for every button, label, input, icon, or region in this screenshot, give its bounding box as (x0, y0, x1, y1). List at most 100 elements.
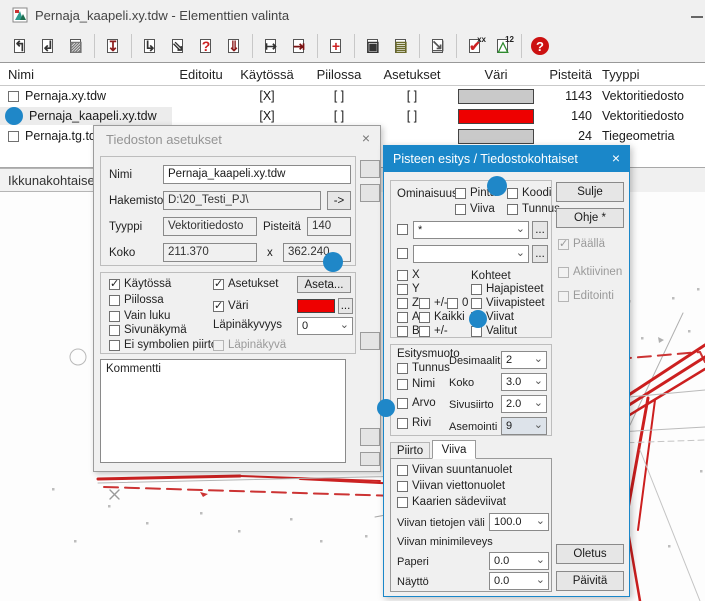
load-file-add-icon[interactable]: ↲ (35, 33, 61, 59)
checkbox-z[interactable]: Z (397, 297, 419, 309)
checkbox-kaytossa[interactable]: Käytössä (109, 278, 171, 290)
load-pattern-icon[interactable]: ▨ (63, 33, 89, 59)
code-more-button-1[interactable]: ... (532, 221, 548, 239)
close-icon[interactable]: × (612, 150, 620, 166)
col-asetukset[interactable]: Asetukset (374, 67, 450, 82)
checkbox-b[interactable]: B (397, 325, 420, 337)
checkbox-code-filter-1[interactable] (397, 224, 408, 235)
checkbox-tunnus-esitys[interactable]: Tunnus (397, 362, 450, 374)
tietojen-vali-dropdown[interactable]: 100.0 (489, 513, 549, 531)
color-swatch[interactable] (297, 299, 335, 313)
hakemisto-input[interactable]: D:\20_Testi_PJ\ (163, 191, 321, 210)
save-as-icon[interactable]: ↳ (137, 33, 163, 59)
save-unknown-icon[interactable]: ? (193, 33, 219, 59)
checkbox-sivunakyma[interactable]: Sivunäkymä (109, 324, 187, 336)
checkbox-b-plusminus[interactable]: +/- (419, 325, 448, 337)
load-file-icon[interactable]: ↰ (7, 33, 33, 59)
desimaalit-dropdown[interactable]: 2 (501, 351, 547, 369)
fit-view-icon[interactable]: ▣ (360, 33, 386, 59)
checkbox-kaikki[interactable]: Kaikki (419, 311, 465, 323)
checkbox-x[interactable]: X (397, 269, 420, 281)
col-nimi[interactable]: Nimi (0, 67, 172, 82)
checkbox-z-zero[interactable]: 0 (447, 297, 468, 309)
checkbox-nimi-esitys[interactable]: Nimi (397, 378, 435, 390)
row-checkbox[interactable] (8, 131, 19, 142)
nimi-input[interactable]: Pernaja_kaapeli.xy.tdw (163, 165, 351, 184)
hidden-button[interactable] (360, 452, 380, 466)
checkbox-sadeviivat[interactable]: Kaarien sädeviivat (397, 496, 506, 508)
checkbox-tunnus[interactable]: Tunnus (507, 203, 560, 215)
hidden-button[interactable] (360, 160, 380, 178)
checkbox-z-plusminus[interactable]: +/- (419, 297, 448, 309)
save-selection-icon[interactable]: ⇲ (425, 33, 451, 59)
row-checkbox[interactable] (8, 91, 19, 102)
paperi-dropdown[interactable]: 0.0 (489, 552, 549, 570)
paivita-button[interactable]: Päivitä (556, 571, 624, 591)
checkbox-suuntanuolet[interactable]: Viivan suuntanuolet (397, 464, 512, 476)
table-row[interactable]: Pernaja_kaapeli.xy.tdw [X] [ ] [ ] 140 V… (0, 106, 705, 126)
cell-kaytossa[interactable]: [X] (230, 109, 304, 123)
ohje-button[interactable]: Ohje * (556, 208, 624, 228)
code-more-button-2[interactable]: ... (532, 245, 548, 263)
checkbox-arvo-esitys[interactable]: Arvo (397, 397, 436, 409)
tab-viiva[interactable]: Viiva (432, 440, 476, 459)
aseta-button[interactable]: Aseta... (297, 276, 351, 293)
checkbox-asetukset[interactable]: Asetukset (213, 278, 279, 290)
code-filter-dropdown-1[interactable]: * (413, 221, 529, 239)
lapinakyvyys-dropdown[interactable]: 0 (297, 317, 353, 335)
code-filter-dropdown-2[interactable] (413, 245, 529, 263)
sulje-button[interactable]: Sulje (556, 182, 624, 202)
checkbox-viiva[interactable]: Viiva (455, 203, 495, 215)
checkbox-code-filter-2[interactable] (397, 248, 408, 259)
checkbox-vain-luku[interactable]: Vain luku (109, 310, 170, 322)
table-row[interactable]: Pernaja.xy.tdw [X] [ ] [ ] 1143 Vektorit… (0, 86, 705, 106)
minimize-button[interactable] (691, 16, 703, 18)
naytto-dropdown[interactable]: 0.0 (489, 572, 549, 590)
checkbox-y[interactable]: Y (397, 283, 420, 295)
color-swatch[interactable] (458, 129, 534, 144)
cell-asetukset[interactable]: [ ] (374, 109, 450, 123)
checkbox-rivi-esitys[interactable]: Rivi (397, 417, 431, 429)
check-coordinates-icon[interactable]: ✔xx (462, 33, 488, 59)
col-vari[interactable]: Väri (450, 67, 542, 82)
help-icon[interactable]: ? (527, 33, 553, 59)
col-tyyppi[interactable]: Tyyppi (598, 67, 705, 82)
new-file-icon[interactable]: + (323, 33, 349, 59)
oletus-button[interactable]: Oletus (556, 544, 624, 564)
sivusiirto-dropdown[interactable]: 2.0 (501, 395, 547, 413)
close-icon[interactable]: × (362, 130, 370, 146)
kommentti-textarea[interactable]: Kommentti (100, 359, 346, 463)
color-swatch[interactable] (458, 89, 534, 104)
color-swatch[interactable] (458, 109, 534, 124)
checkbox-hajapisteet[interactable]: Hajapisteet (471, 283, 544, 295)
point-numbering-icon[interactable]: △12 (490, 33, 516, 59)
cell-asetukset[interactable]: [ ] (374, 89, 450, 103)
col-kaytossa[interactable]: Käytössä (230, 67, 304, 82)
hidden-button[interactable] (360, 184, 380, 202)
screen-draw-icon[interactable]: ▤ (388, 33, 414, 59)
checkbox-vari[interactable]: Väri (213, 300, 248, 312)
save-file-icon[interactable]: ↧ (100, 33, 126, 59)
browse-button[interactable]: -> (327, 191, 351, 210)
asemointi-dropdown[interactable]: 9 (501, 417, 547, 435)
tab-piirto[interactable]: Piirto (390, 442, 430, 459)
cell-kaytossa[interactable]: [X] (230, 89, 304, 103)
close-all-icon[interactable]: ⇥ (286, 33, 312, 59)
checkbox-ei-symbolien-piirtoa[interactable]: Ei symbolien piirtoa (109, 339, 224, 351)
color-more-button[interactable]: ... (338, 298, 353, 314)
cell-piilossa[interactable]: [ ] (304, 109, 374, 123)
checkbox-a[interactable]: A (397, 311, 420, 323)
checkbox-koodi[interactable]: Koodi (507, 187, 551, 199)
col-piilossa[interactable]: Piilossa (304, 67, 374, 82)
checkbox-viettonuolet[interactable]: Viivan viettonuolet (397, 480, 505, 492)
col-editoitu[interactable]: Editoitu (172, 67, 230, 82)
hidden-button[interactable] (360, 332, 380, 350)
cell-piilossa[interactable]: [ ] (304, 89, 374, 103)
save-copy-icon[interactable]: ⇘ (165, 33, 191, 59)
checkbox-piilossa[interactable]: Piilossa (109, 294, 164, 306)
col-pisteita[interactable]: Pisteitä (542, 67, 598, 82)
checkbox-viivapisteet[interactable]: Viivapisteet (471, 297, 545, 309)
save-close-icon[interactable]: ⇓ (221, 33, 247, 59)
koko-dropdown[interactable]: 3.0 (501, 373, 547, 391)
close-file-icon[interactable]: ↦ (258, 33, 284, 59)
